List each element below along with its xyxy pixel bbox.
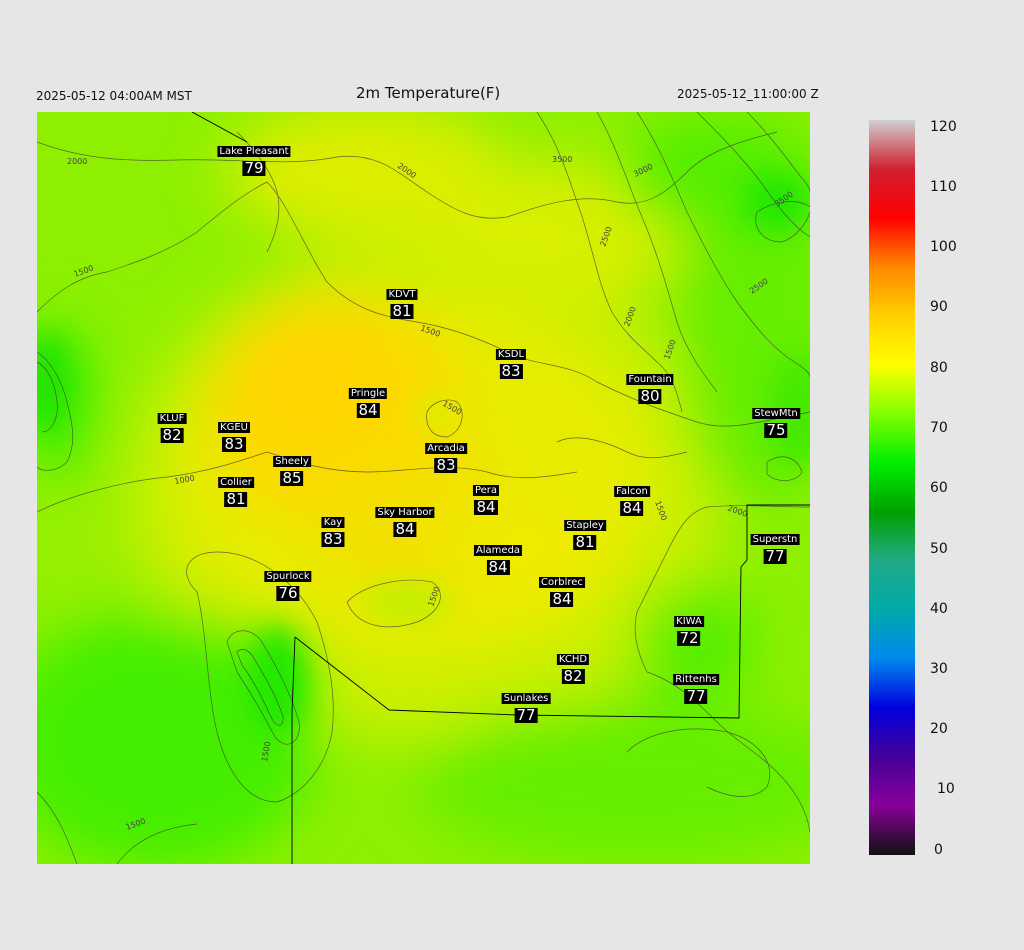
station-name: KDVT — [386, 289, 418, 300]
station-name: Rittenhs — [673, 674, 719, 685]
station-value: 84 — [620, 499, 644, 517]
station-name: Falcon — [614, 486, 650, 497]
station-kchd: KCHD 82 — [556, 647, 590, 685]
station-name: StewMtn — [752, 408, 800, 419]
station-kay: Kay 83 — [321, 510, 345, 548]
station-name: Pera — [472, 485, 500, 496]
station-value: 77 — [763, 547, 787, 565]
station-value: 81 — [224, 490, 248, 508]
station-stewmtn: StewMtn 75 — [752, 401, 800, 439]
colorbar-label: 110 — [930, 179, 957, 195]
station-name: Sheely — [273, 456, 311, 467]
station-kluf: KLUF 82 — [157, 406, 187, 444]
temperature-map: 2000 1500 1000 2000 3500 3000 2500 2000 … — [37, 112, 810, 864]
station-name: Pringle — [348, 388, 388, 399]
station-name: Collier — [218, 477, 254, 488]
contour-label: 2000 — [67, 157, 87, 166]
station-corblrec: Corblrec 84 — [539, 570, 585, 608]
station-value: 82 — [561, 667, 585, 685]
station-value: 77 — [514, 706, 538, 724]
station-name: Corblrec — [539, 577, 585, 588]
colorbar-label: 120 — [930, 119, 957, 135]
station-value: 81 — [573, 533, 597, 551]
station-lake-pleasant: Lake Pleasant 79 — [217, 139, 291, 177]
station-pera: Pera 84 — [472, 478, 500, 516]
valid-time-local: 2025-05-12 04:00AM MST — [36, 89, 192, 103]
station-name: KSDL — [495, 349, 527, 360]
colorbar-label: 90 — [930, 299, 948, 315]
colorbar-label: 30 — [930, 661, 948, 677]
station-value: 79 — [242, 159, 266, 177]
colorbar-label: 50 — [930, 541, 948, 557]
colorbar-label: 70 — [930, 420, 948, 436]
station-sky-harbor: Sky Harbor 84 — [375, 500, 435, 538]
station-alameda: Alameda 84 — [473, 538, 523, 576]
station-value: 77 — [684, 687, 708, 705]
station-sunlakes: Sunlakes 77 — [501, 686, 551, 724]
colorbar-label: 0 — [934, 842, 943, 858]
station-value: 72 — [677, 629, 701, 647]
station-collier: Collier 81 — [218, 470, 254, 508]
map-title: 2m Temperature(F) — [356, 84, 501, 102]
station-value: 82 — [160, 426, 184, 444]
station-name: Fountain — [626, 374, 674, 385]
colorbar-label: 10 — [937, 781, 955, 797]
station-value: 83 — [434, 456, 458, 474]
station-name: KGEU — [218, 422, 250, 433]
station-name: Spurlock — [264, 571, 312, 582]
station-name: KCHD — [556, 654, 590, 665]
station-arcadia: Arcadia 83 — [425, 436, 467, 474]
station-kgeu: KGEU 83 — [218, 415, 250, 453]
station-name: KIWA — [674, 616, 704, 627]
station-kdvt: KDVT 81 — [386, 282, 418, 320]
valid-time-utc: 2025-05-12_11:00:00 Z — [677, 87, 819, 101]
station-sheely: Sheely 85 — [273, 449, 311, 487]
station-superstn: Superstn 77 — [750, 527, 800, 565]
station-ksdl: KSDL 83 — [495, 342, 527, 380]
station-value: 84 — [486, 558, 510, 576]
colorbar — [869, 120, 915, 855]
station-value: 83 — [222, 435, 246, 453]
colorbar-label: 20 — [930, 721, 948, 737]
station-spurlock: Spurlock 76 — [264, 564, 312, 602]
station-value: 75 — [764, 421, 788, 439]
colorbar-label: 100 — [930, 239, 957, 255]
station-name: Sky Harbor — [375, 507, 435, 518]
station-name: Alameda — [473, 545, 523, 556]
colorbar-label: 80 — [930, 360, 948, 376]
colorbar-label: 60 — [930, 480, 948, 496]
station-value: 83 — [321, 530, 345, 548]
station-value: 84 — [474, 498, 498, 516]
station-value: 83 — [499, 362, 523, 380]
station-name: Kay — [321, 517, 345, 528]
station-value: 84 — [356, 401, 380, 419]
station-stapley: Stapley 81 — [564, 513, 606, 551]
station-name: KLUF — [157, 413, 187, 424]
station-value: 81 — [390, 302, 414, 320]
station-pringle: Pringle 84 — [348, 381, 388, 419]
station-value: 80 — [638, 387, 662, 405]
station-falcon: Falcon 84 — [614, 479, 650, 517]
contour-label: 3500 — [552, 155, 572, 164]
station-rittenhs: Rittenhs 77 — [673, 667, 719, 705]
station-fountain: Fountain 80 — [626, 367, 674, 405]
station-name: Stapley — [564, 520, 606, 531]
station-kiwa: KIWA 72 — [674, 609, 704, 647]
station-name: Superstn — [750, 534, 800, 545]
station-value: 84 — [393, 520, 417, 538]
station-name: Sunlakes — [501, 693, 551, 704]
station-name: Arcadia — [425, 443, 467, 454]
station-value: 85 — [280, 469, 304, 487]
colorbar-label: 40 — [930, 601, 948, 617]
station-name: Lake Pleasant — [217, 146, 291, 157]
station-value: 84 — [550, 590, 574, 608]
station-value: 76 — [276, 584, 300, 602]
